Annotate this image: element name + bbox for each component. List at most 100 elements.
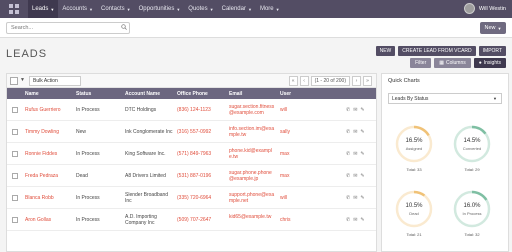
lead-name-link[interactable]: Blanca Robb xyxy=(25,195,54,201)
office-phone-link[interactable]: (836) 124-1123 xyxy=(177,107,211,113)
edit-icon[interactable]: ✎ xyxy=(360,173,364,179)
office-phone-link[interactable]: (531) 887-0196 xyxy=(177,173,211,179)
lead-status: Dead xyxy=(76,173,88,179)
lead-name-link[interactable]: Aron Gollas xyxy=(25,217,51,223)
import-button[interactable]: IMPORT xyxy=(478,46,506,56)
row-checkbox[interactable] xyxy=(12,107,18,113)
row-checkbox[interactable] xyxy=(12,129,18,135)
assigned-user-link[interactable]: max xyxy=(280,151,289,157)
nav-item-calendar[interactable]: Calendar ▼ xyxy=(218,0,256,18)
email-icon[interactable]: ✉ xyxy=(353,217,357,223)
columns-button[interactable]: ▦ Columns xyxy=(434,58,471,68)
email-icon[interactable]: ✉ xyxy=(353,173,357,179)
status-donut[interactable]: 14.5% Converted Total: 29 xyxy=(452,124,492,180)
assigned-user-link[interactable]: will xyxy=(280,195,287,201)
status-donut[interactable]: 10.5% Dead Total: 21 xyxy=(394,189,434,245)
table-row[interactable]: Aron Gollas In Process A.D. Importing Comp… xyxy=(7,209,376,231)
donut-percent: 16.0% xyxy=(463,203,481,209)
bulk-action-select[interactable]: Bulk Action xyxy=(29,76,81,86)
email-link[interactable]: support.phone@example.net xyxy=(229,192,275,204)
donut-total: Total: 21 xyxy=(406,232,422,237)
edit-icon[interactable]: ✎ xyxy=(360,195,364,201)
lead-name-link[interactable]: Ronnie Fiddes xyxy=(25,151,57,157)
phone-icon[interactable]: ✆ xyxy=(346,217,350,223)
edit-icon[interactable]: ✎ xyxy=(360,151,364,157)
row-checkbox[interactable] xyxy=(12,195,18,201)
user-menu[interactable]: Will Westin xyxy=(463,3,506,14)
table-row[interactable]: Blanca Robb In Process Slender Broadband I… xyxy=(7,187,376,209)
chevron-down-icon[interactable]: ▼ xyxy=(20,77,25,83)
create-from-vcard-button[interactable]: CREATE LEAD FROM VCARD xyxy=(398,46,476,56)
quick-charts-panel: Quick Charts Leads By Status ▼ 16.5% Assi… xyxy=(381,73,509,252)
email-icon[interactable]: ✉ xyxy=(353,107,357,113)
nav-item-contacts[interactable]: Contacts ▼ xyxy=(97,0,135,18)
insights-button[interactable]: ● Insights xyxy=(473,58,506,68)
last-page-icon[interactable]: » xyxy=(363,76,372,86)
nav-item-quotes[interactable]: Quotes ▼ xyxy=(184,0,217,18)
new-lead-button[interactable]: NEW xyxy=(375,46,396,56)
first-page-icon[interactable]: « xyxy=(288,76,298,86)
donut-total: Total: 32 xyxy=(464,232,480,237)
column-header-email[interactable]: Email xyxy=(229,91,242,97)
column-header-account[interactable]: Account Name xyxy=(125,91,160,97)
office-phone-link[interactable]: (335) 720-6964 xyxy=(177,195,211,201)
assigned-user-link[interactable]: sally xyxy=(280,129,290,135)
prev-page-icon[interactable]: ‹ xyxy=(299,76,309,86)
column-header-phone[interactable]: Office Phone xyxy=(177,91,208,97)
edit-icon[interactable]: ✎ xyxy=(360,129,364,135)
phone-icon[interactable]: ✆ xyxy=(346,107,350,113)
row-checkbox[interactable] xyxy=(12,217,18,223)
table-row[interactable]: Timmy Dowling New Ink Conglomerate Inc (316… xyxy=(7,121,376,143)
email-link[interactable]: phone.kid@example.tw xyxy=(229,148,275,160)
row-checkbox[interactable] xyxy=(12,151,18,157)
column-header-name[interactable]: Name xyxy=(25,91,39,97)
app-logo-icon[interactable] xyxy=(8,3,20,15)
lead-name-link[interactable]: Freda Pedraza xyxy=(25,173,58,179)
row-checkbox[interactable] xyxy=(12,173,18,179)
email-link[interactable]: sugar.section.fitness@example.com xyxy=(229,104,275,116)
columns-icon: ▦ xyxy=(439,60,444,66)
office-phone-link[interactable]: (316) 557-0992 xyxy=(177,129,211,135)
chart-type-select[interactable]: Leads By Status ▼ xyxy=(388,93,502,104)
email-link[interactable]: info.section.im@example.tw xyxy=(229,126,275,138)
phone-icon[interactable]: ✆ xyxy=(346,129,350,135)
nav-item-more[interactable]: More ▼ xyxy=(256,0,284,18)
office-phone-link[interactable]: (571) 849-7963 xyxy=(177,151,211,157)
new-button[interactable]: New ▼ xyxy=(480,22,506,34)
account-name: Ink Conglomerate Inc xyxy=(125,129,173,135)
next-page-icon[interactable]: › xyxy=(352,76,361,86)
nav-item-leads[interactable]: Leads ▼ xyxy=(28,0,59,18)
phone-icon[interactable]: ✆ xyxy=(346,151,350,157)
donut-label: Dead xyxy=(409,211,419,216)
donut-percent: 16.5% xyxy=(405,138,423,144)
edit-icon[interactable]: ✎ xyxy=(360,217,364,223)
nav-label: Accounts xyxy=(62,6,88,12)
email-icon[interactable]: ✉ xyxy=(353,195,357,201)
status-donut[interactable]: 16.0% In Process Total: 32 xyxy=(452,189,492,245)
phone-icon[interactable]: ✆ xyxy=(346,195,350,201)
email-icon[interactable]: ✉ xyxy=(353,129,357,135)
status-donut[interactable]: 16.5% Assigned Total: 33 xyxy=(394,124,434,180)
table-row[interactable]: Freda Pedraza Dead A8 Drivers Limited (531)… xyxy=(7,165,376,187)
column-header-user[interactable]: User xyxy=(280,91,291,97)
phone-icon[interactable]: ✆ xyxy=(346,173,350,179)
assigned-user-link[interactable]: max xyxy=(280,173,289,179)
table-row[interactable]: Rufus Guerriero In Process DTC Holdings (83… xyxy=(7,99,376,121)
email-link[interactable]: sugar.phone.phone@example.jp xyxy=(229,170,275,182)
nav-item-opportunities[interactable]: Opportunities ▼ xyxy=(135,0,185,18)
email-icon[interactable]: ✉ xyxy=(353,151,357,157)
table-row[interactable]: Ronnie Fiddes In Process King Software Inc… xyxy=(7,143,376,165)
nav-item-accounts[interactable]: Accounts ▼ xyxy=(58,0,97,18)
lead-name-link[interactable]: Timmy Dowling xyxy=(25,129,59,135)
search-input[interactable] xyxy=(6,22,130,34)
filter-button[interactable]: Filter xyxy=(410,58,432,68)
assigned-user-link[interactable]: chris xyxy=(280,217,291,223)
column-header-status[interactable]: Status xyxy=(76,91,91,97)
search-icon[interactable] xyxy=(121,24,127,30)
office-phone-link[interactable]: (509) 707-2647 xyxy=(177,217,211,223)
lead-name-link[interactable]: Rufus Guerriero xyxy=(25,107,61,113)
edit-icon[interactable]: ✎ xyxy=(360,107,364,113)
assigned-user-link[interactable]: will xyxy=(280,107,287,113)
select-all-checkbox[interactable] xyxy=(10,77,18,85)
email-link[interactable]: kid65@example.tw xyxy=(229,214,275,220)
